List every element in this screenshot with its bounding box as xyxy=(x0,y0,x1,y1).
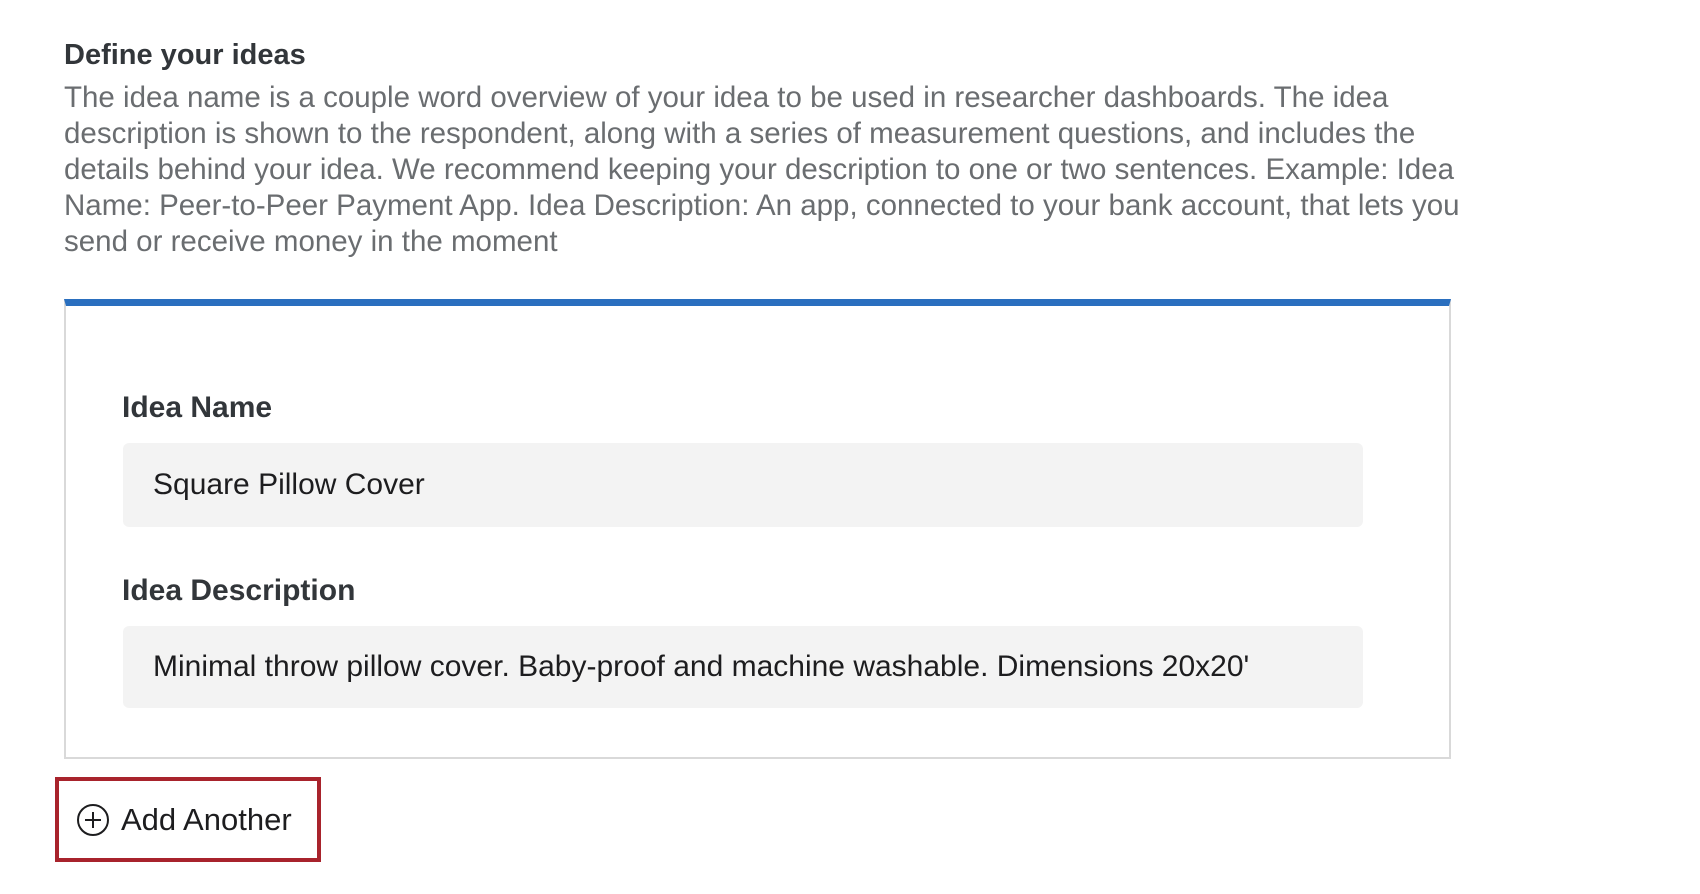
plus-circle-icon xyxy=(75,802,111,838)
section-title: Define your ideas xyxy=(64,39,306,71)
idea-description-label: Idea Description xyxy=(122,574,356,607)
idea-name-input[interactable]: Square Pillow Cover xyxy=(123,443,1363,527)
idea-description-input[interactable]: Minimal throw pillow cover. Baby-proof a… xyxy=(123,626,1363,708)
add-another-label: Add Another xyxy=(121,801,292,837)
idea-name-label: Idea Name xyxy=(122,391,273,424)
section-description: The idea name is a couple word overview … xyxy=(64,81,1460,258)
add-another-button[interactable]: Add Another xyxy=(55,777,321,862)
idea-card: Idea Name Square Pillow Cover Idea Descr… xyxy=(64,299,1451,759)
